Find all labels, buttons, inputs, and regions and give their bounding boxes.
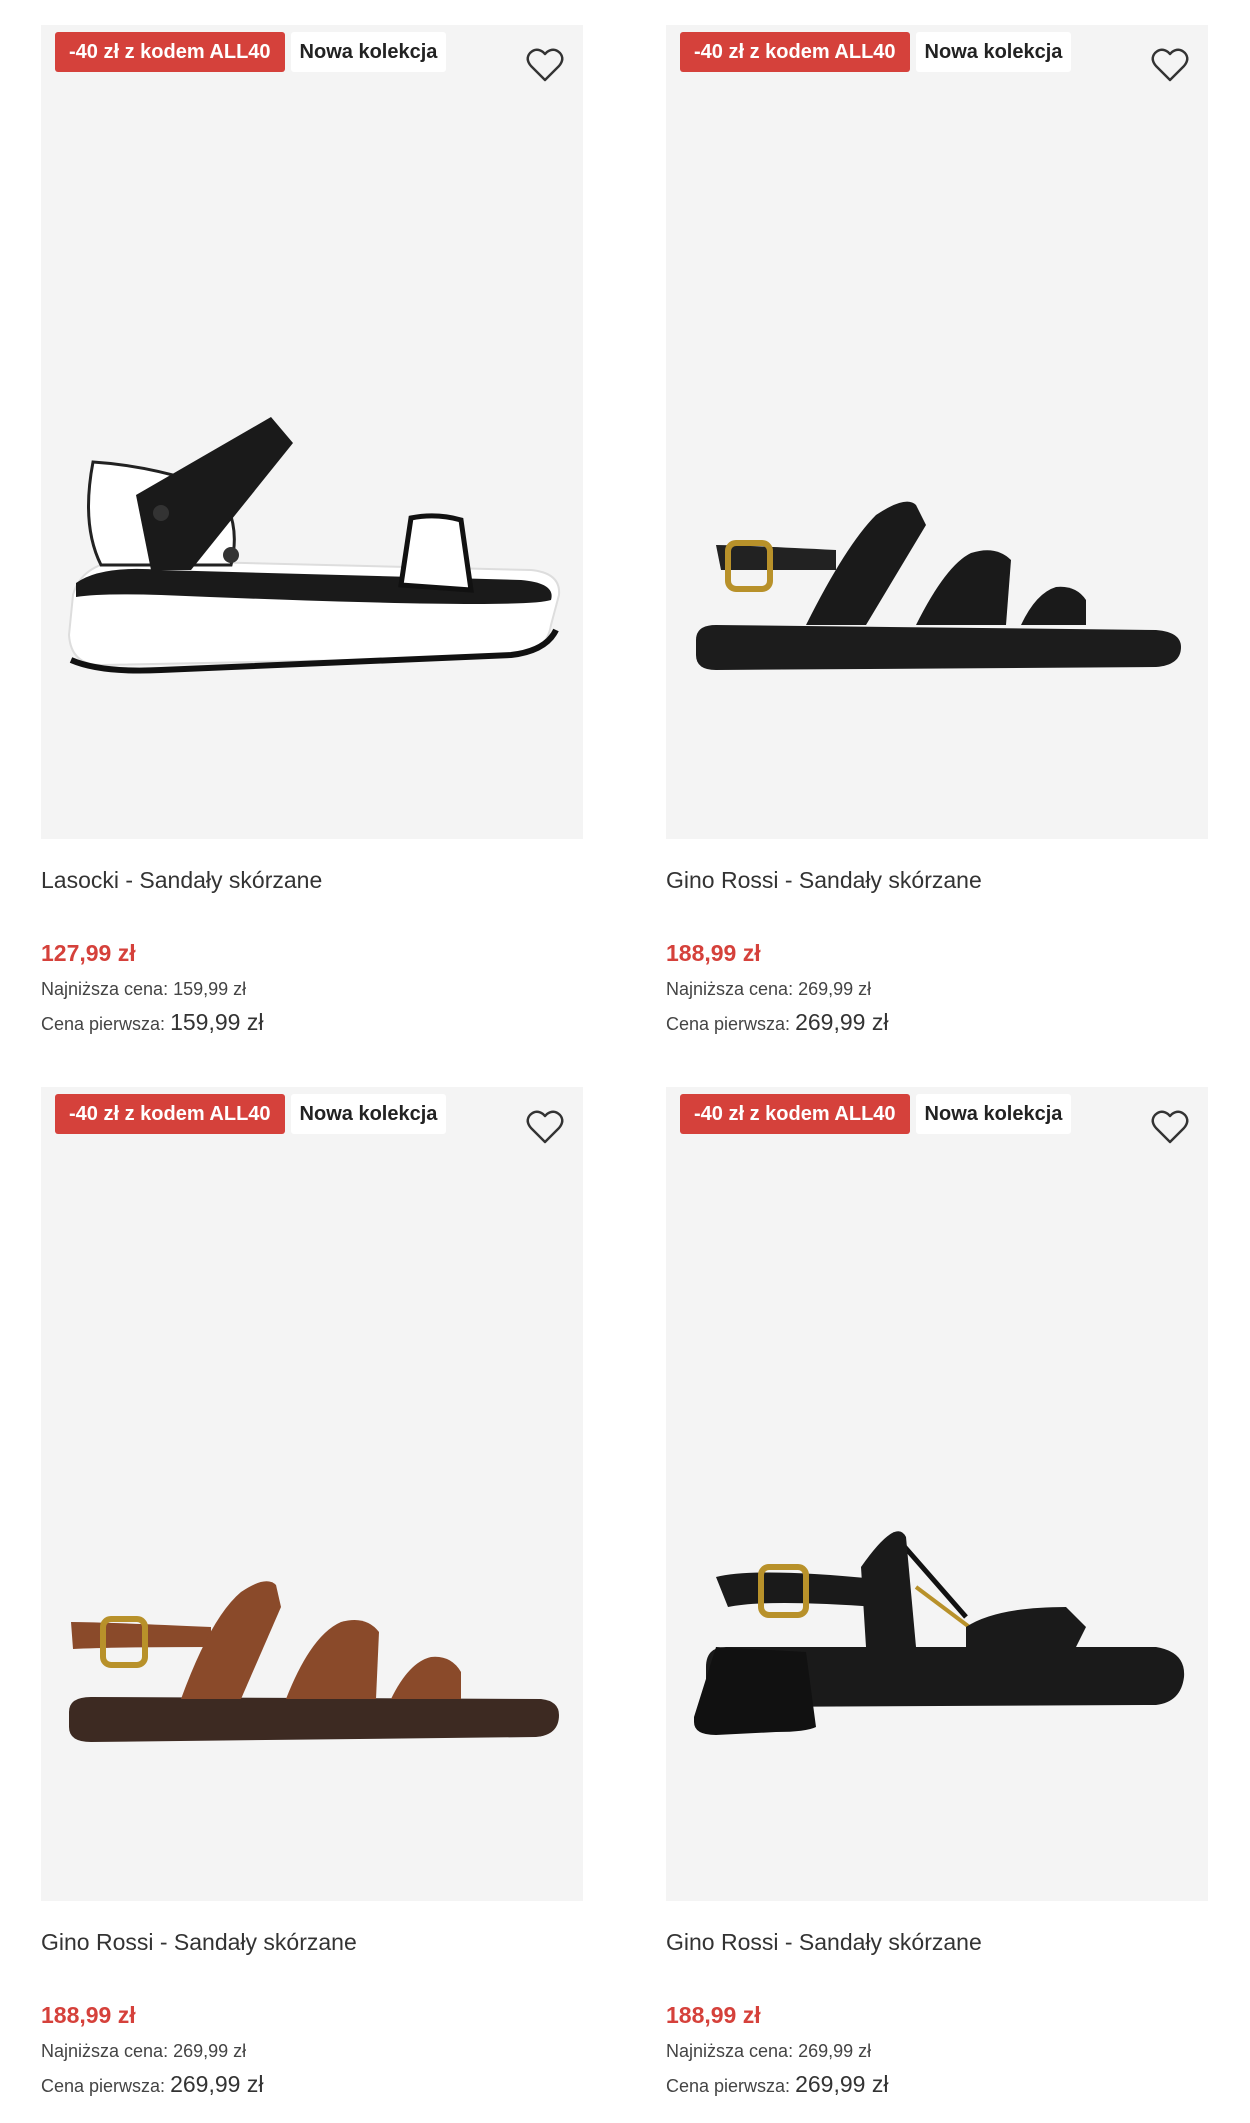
product-title[interactable]: Gino Rossi - Sandały skórzane — [666, 867, 982, 894]
first-price-value: 269,99 zł — [795, 1009, 889, 1035]
product-photo-black-strappy-sandal — [696, 501, 1181, 670]
first-price-value: 269,99 zł — [170, 2071, 264, 2097]
first-price-label: Cena pierwsza: — [666, 1014, 791, 1034]
product-image[interactable]: -40 zł z kodem ALL40 Nowa kolekcja — [41, 25, 583, 839]
lowest-price: Najniższa cena: 159,99 zł — [41, 979, 246, 1000]
first-price: Cena pierwsza: 269,99 zł — [41, 2071, 263, 2098]
lowest-price-label: Najniższa cena: — [666, 979, 794, 999]
heart-outline-icon[interactable] — [1148, 1105, 1192, 1149]
new-collection-badge: Nowa kolekcja — [915, 1094, 1072, 1134]
product-image[interactable]: -40 zł z kodem ALL40 Nowa kolekcja — [41, 1087, 583, 1901]
first-price: Cena pierwsza: 269,99 zł — [666, 2071, 888, 2098]
lowest-price-value: 269,99 zł — [798, 979, 872, 999]
lowest-price-label: Najniższa cena: — [41, 2041, 169, 2061]
lowest-price-value: 159,99 zł — [173, 979, 247, 999]
first-price-value: 269,99 zł — [795, 2071, 889, 2097]
first-price: Cena pierwsza: 269,99 zł — [666, 1009, 888, 1036]
first-price-label: Cena pierwsza: — [41, 1014, 166, 1034]
lowest-price-value: 269,99 zł — [173, 2041, 247, 2061]
new-collection-badge: Nowa kolekcja — [290, 1094, 447, 1134]
promo-badge: -40 zł z kodem ALL40 — [55, 1094, 285, 1134]
heart-outline-icon[interactable] — [1148, 43, 1192, 87]
lowest-price: Najniższa cena: 269,99 zł — [666, 979, 871, 1000]
product-title[interactable]: Lasocki - Sandały skórzane — [41, 867, 322, 894]
product-photo-black-heeled-t-strap-sandal — [694, 1531, 1185, 1735]
promo-badge: -40 zł z kodem ALL40 — [680, 32, 910, 72]
lowest-price-label: Najniższa cena: — [41, 979, 169, 999]
lowest-price-label: Najniższa cena: — [666, 2041, 794, 2061]
product-card[interactable]: -40 zł z kodem ALL40 Nowa kolekcja Gino … — [666, 25, 1208, 1045]
lowest-price: Najniższa cena: 269,99 zł — [666, 2041, 871, 2062]
product-card[interactable]: -40 zł z kodem ALL40 Nowa kolekcja Lasoc… — [41, 25, 583, 1045]
product-photo-white-platform-sandal — [67, 417, 561, 674]
product-price: 188,99 zł — [41, 2002, 136, 2028]
product-price: 188,99 zł — [666, 940, 761, 966]
first-price-value: 159,99 zł — [170, 1009, 264, 1035]
first-price: Cena pierwsza: 159,99 zł — [41, 1009, 263, 1036]
lowest-price: Najniższa cena: 269,99 zł — [41, 2041, 246, 2062]
promo-badge: -40 zł z kodem ALL40 — [55, 32, 285, 72]
heart-outline-icon[interactable] — [523, 1105, 567, 1149]
product-card[interactable]: -40 zł z kodem ALL40 Nowa kolekcja Gino … — [41, 1087, 583, 2107]
product-image[interactable]: -40 zł z kodem ALL40 Nowa kolekcja — [666, 1087, 1208, 1901]
lowest-price-value: 269,99 zł — [798, 2041, 872, 2061]
first-price-label: Cena pierwsza: — [41, 2076, 166, 2096]
product-price: 188,99 zł — [666, 2002, 761, 2028]
product-card[interactable]: -40 zł z kodem ALL40 Nowa kolekcja Gino … — [666, 1087, 1208, 2107]
product-title[interactable]: Gino Rossi - Sandały skórzane — [666, 1929, 982, 1956]
product-photo-brown-strappy-sandal — [69, 1581, 559, 1742]
new-collection-badge: Nowa kolekcja — [915, 32, 1072, 72]
product-price: 127,99 zł — [41, 940, 136, 966]
first-price-label: Cena pierwsza: — [666, 2076, 791, 2096]
heart-outline-icon[interactable] — [523, 43, 567, 87]
promo-badge: -40 zł z kodem ALL40 — [680, 1094, 910, 1134]
product-title[interactable]: Gino Rossi - Sandały skórzane — [41, 1929, 357, 1956]
product-image[interactable]: -40 zł z kodem ALL40 Nowa kolekcja — [666, 25, 1208, 839]
new-collection-badge: Nowa kolekcja — [290, 32, 447, 72]
